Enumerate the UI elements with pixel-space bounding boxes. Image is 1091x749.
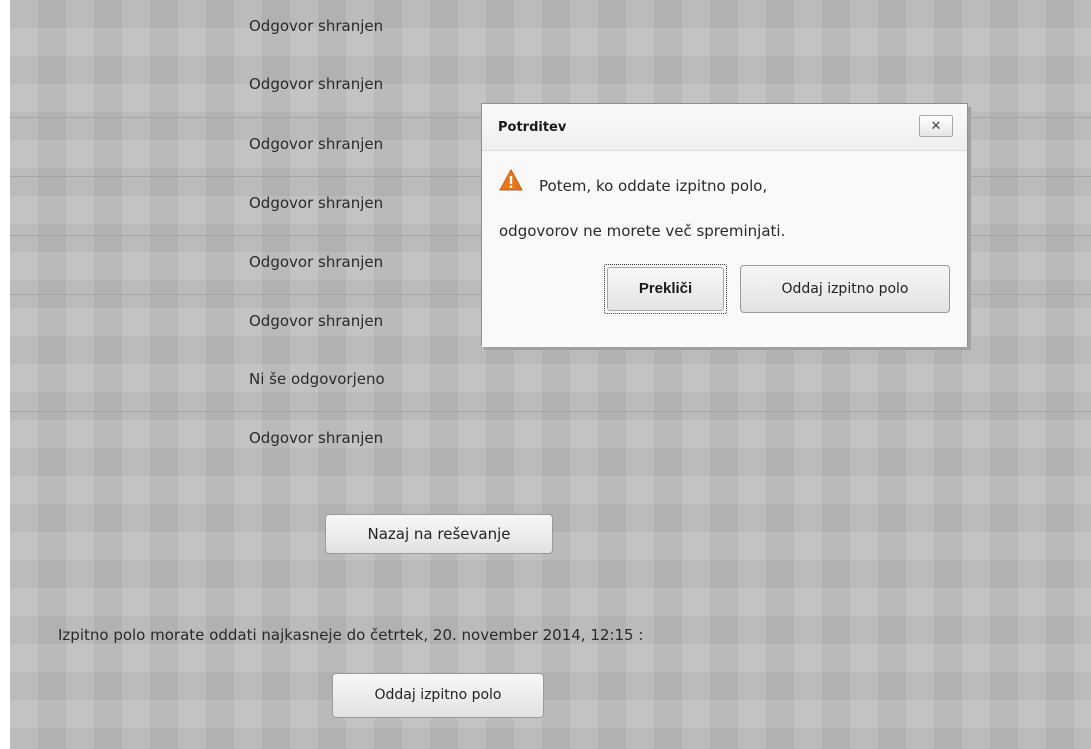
warning-icon [499,169,523,191]
list-item: Ni še odgovorjeno [10,353,1091,411]
answer-status: Odgovor shranjen [249,194,384,212]
dialog-header: Potrditev ✕ [482,104,967,151]
quiz-summary-page: Odgovor shranjen Odgovor shranjen Odgovo… [10,0,1091,749]
confirm-dialog: Potrditev ✕ Potem, ko oddate izpitno pol… [481,103,968,347]
back-to-attempt-button[interactable]: Nazaj na reševanje [325,514,553,554]
dialog-message-line-2: odgovorov ne morete več spreminjati. [499,222,786,240]
dialog-message-line-1: Potem, ko oddate izpitno polo, [539,177,768,195]
answer-status: Odgovor shranjen [249,312,384,330]
cancel-button[interactable]: Prekliči [604,264,727,314]
answer-status: Odgovor shranjen [249,75,384,93]
answer-status: Ni še odgovorjeno [249,370,385,388]
confirm-submit-button[interactable]: Oddaj izpitno polo [740,265,950,313]
cancel-button-label: Prekliči [607,267,724,311]
answer-status: Odgovor shranjen [249,135,384,153]
list-item: Odgovor shranjen [10,411,1091,469]
list-item: Odgovor shranjen [10,0,1091,58]
dialog-title: Potrditev [498,120,567,135]
dialog-body: Potem, ko oddate izpitno polo, odgovorov… [482,151,967,347]
close-icon[interactable]: ✕ [919,115,953,137]
answer-status: Odgovor shranjen [249,253,384,271]
answer-status: Odgovor shranjen [249,17,384,35]
answer-status: Odgovor shranjen [249,429,384,447]
submit-exam-button[interactable]: Oddaj izpitno polo [332,673,544,718]
deadline-text: Izpitno polo morate oddati najkasneje do… [58,626,644,644]
